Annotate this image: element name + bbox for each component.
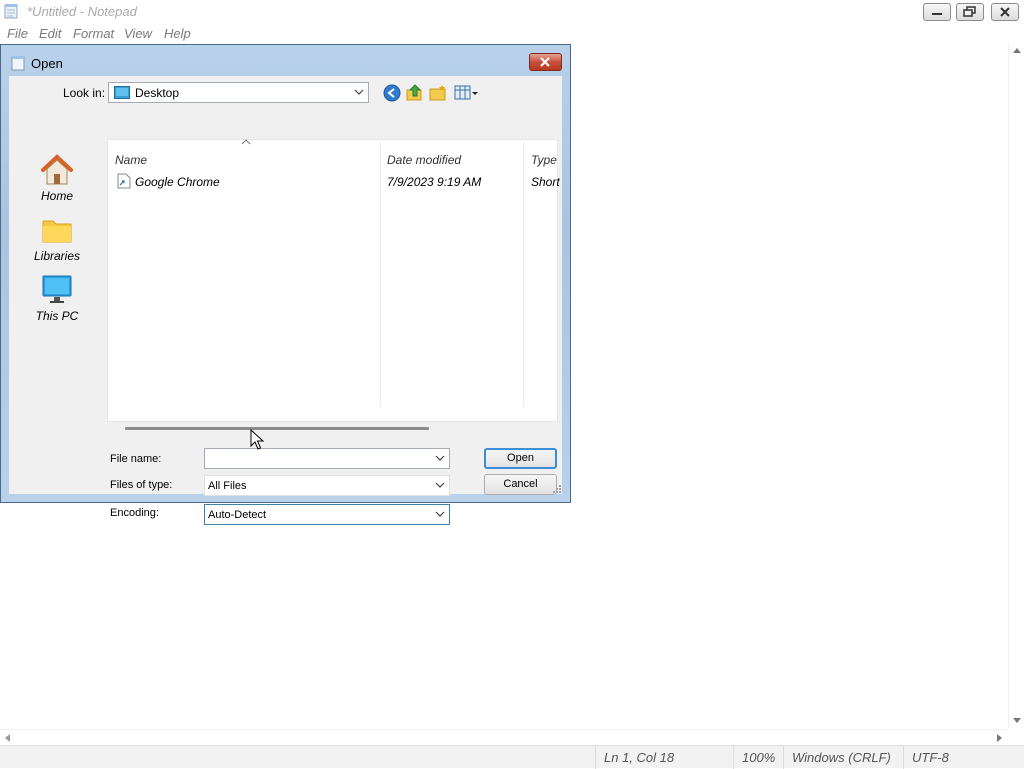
close-window-button[interactable] [991, 3, 1019, 21]
files-of-type-value: All Files [208, 480, 247, 492]
encoding-dropdown[interactable]: Auto-Detect [204, 504, 450, 525]
cancel-button[interactable]: Cancel [484, 474, 557, 495]
file-row-date: 7/9/2023 9:19 AM [387, 175, 482, 189]
chevron-down-icon[interactable] [435, 453, 445, 463]
restore-button[interactable] [956, 3, 984, 21]
sort-ascending-icon [241, 139, 251, 145]
column-header-date-modified[interactable]: Date modified [387, 153, 461, 167]
look-in-label: Look in: [63, 86, 106, 100]
dialog-content: Look in: Desktop Home Libraries This PC … [9, 76, 562, 525]
dialog-frame: Open Look in: Desktop Home Libraries Thi… [1, 45, 570, 525]
menu-edit[interactable]: Edit [39, 26, 61, 41]
scroll-up-icon[interactable] [1013, 47, 1021, 55]
mouse-cursor-icon [250, 429, 264, 450]
look-in-dropdown[interactable]: Desktop [108, 82, 369, 103]
column-divider[interactable] [380, 142, 381, 406]
status-line-endings: Windows (CRLF) [783, 746, 903, 769]
resize-grip-icon[interactable] [553, 485, 561, 493]
menu-format[interactable]: Format [73, 26, 114, 41]
dialog-close-button[interactable] [529, 53, 562, 71]
chevron-down-icon [354, 89, 364, 95]
status-encoding: UTF-8 [903, 746, 1024, 769]
file-list-scrollbar-thumb[interactable] [125, 427, 429, 430]
notepad-icon [4, 3, 18, 22]
status-zoom: 100% [733, 746, 783, 769]
file-name-label: File name: [110, 453, 162, 465]
menu-file[interactable]: File [7, 26, 28, 41]
scroll-left-icon[interactable] [4, 734, 12, 742]
status-cursor-position: Ln 1, Col 18 [595, 746, 731, 769]
file-row-name[interactable]: Google Chrome [135, 175, 220, 189]
dialog-title: Open [31, 56, 63, 71]
files-of-type-dropdown[interactable]: All Files [204, 475, 450, 496]
back-icon[interactable] [383, 84, 401, 102]
menu-help[interactable]: Help [164, 26, 191, 41]
vertical-scrollbar[interactable] [1008, 43, 1024, 729]
computer-icon [42, 275, 72, 303]
notepad-title-bar: *Untitled - Notepad [0, 0, 1024, 23]
folder-icon [42, 220, 72, 243]
view-menu-icon[interactable] [454, 84, 480, 102]
up-folder-icon[interactable] [406, 84, 424, 102]
place-libraries[interactable]: Libraries [15, 214, 99, 270]
new-folder-icon[interactable] [429, 84, 447, 102]
look-in-value: Desktop [135, 86, 180, 100]
scroll-down-icon[interactable] [1013, 716, 1021, 724]
place-home-label: Home [40, 189, 73, 203]
place-home[interactable]: Home [15, 154, 99, 210]
file-list[interactable]: Name Date modified Type Google Chrome 7/… [107, 139, 560, 422]
place-libraries-label: Libraries [33, 249, 81, 263]
dialog-title-icon [11, 55, 25, 74]
menu-view[interactable]: View [124, 26, 152, 41]
encoding-value: Auto-Detect [208, 509, 267, 521]
column-header-type[interactable]: Type [531, 153, 557, 167]
files-of-type-label: Files of type: [110, 479, 173, 491]
places-bar: Home Libraries This PC [15, 154, 99, 344]
chevron-down-icon [435, 482, 445, 488]
window-title: *Untitled - Notepad [27, 4, 137, 19]
column-divider[interactable] [523, 142, 524, 406]
home-icon [41, 154, 73, 185]
encoding-label: Encoding: [110, 507, 159, 519]
close-icon [540, 57, 550, 67]
desktop-icon [114, 86, 130, 102]
menu-bar: File Edit Format View Help [0, 23, 1024, 43]
open-dialog: Open Look in: Desktop Home Libraries Thi… [0, 44, 571, 525]
file-row-type: Short [531, 175, 560, 189]
horizontal-scrollbar[interactable] [0, 729, 1008, 745]
column-header-name[interactable]: Name [115, 153, 147, 167]
status-bar: Ln 1, Col 18 100% Windows (CRLF) UTF-8 [0, 745, 1024, 769]
minimize-button[interactable] [923, 3, 951, 21]
place-this-pc-label: This PC [35, 309, 79, 323]
open-button[interactable]: Open [484, 448, 557, 469]
chevron-down-icon [435, 511, 445, 517]
scroll-corner [1008, 729, 1024, 745]
shortcut-icon [117, 173, 131, 192]
file-name-field[interactable] [204, 448, 450, 469]
place-this-pc[interactable]: This PC [15, 274, 99, 330]
scroll-right-icon[interactable] [995, 734, 1003, 742]
